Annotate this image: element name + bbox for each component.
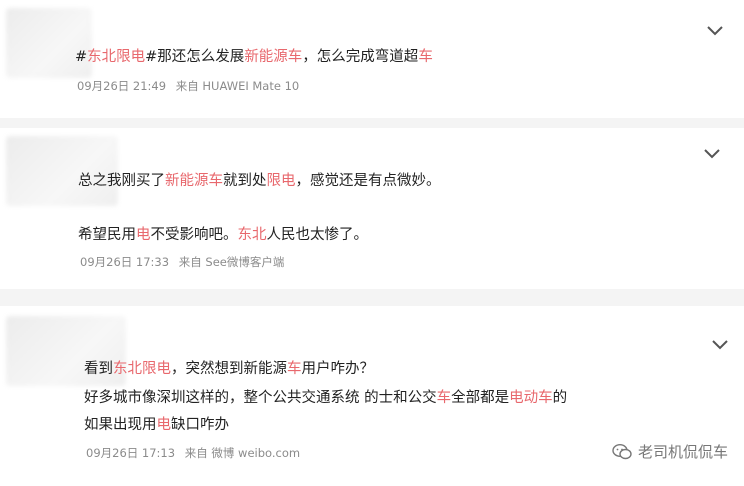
highlight-keyword[interactable]: 电 <box>157 417 172 433</box>
post-text-line: 好多城市像深圳这样的，整个公共交通系统 的士和公交车全部都是电动车的 <box>84 388 567 408</box>
text-segment: 希望民用 <box>78 227 136 243</box>
text-segment: 全部都是 <box>451 390 510 406</box>
chevron-down-icon[interactable] <box>705 24 725 38</box>
post-text-line: #东北限电#那还怎么发展新能源车，怎么完成弯道超车 <box>75 47 433 67</box>
text-segment: 缺口咋办 <box>171 417 229 433</box>
post-text-line: 总之我刚买了新能源车就到处限电，感觉还是有点微妙。 <box>78 171 441 191</box>
text-segment: ，怎么完成弯道超 <box>302 49 419 65</box>
post-text-line: 看到东北限电，突然想到新能源车用户咋办？ <box>84 359 374 379</box>
post-time[interactable]: 09月26日 17:13 <box>86 446 175 460</box>
post-source: 来自 See微博客户端 <box>178 255 285 269</box>
post-time[interactable]: 09月26日 21:49 <box>77 79 166 93</box>
wechat-icon <box>612 443 632 459</box>
highlight-keyword[interactable]: 车 <box>437 390 452 406</box>
text-segment: 就到处 <box>223 173 267 189</box>
chevron-down-icon[interactable] <box>710 338 730 352</box>
text-segment: 好多城市像深圳这样的，整个公共交通系统 的士和公交 <box>84 390 437 406</box>
highlight-keyword[interactable]: 车 <box>418 49 433 65</box>
post-meta: 09月26日 17:33 来自 See微博客户端 <box>80 254 284 270</box>
highlight-keyword[interactable]: 车 <box>287 361 302 377</box>
post-text-line: 如果出现用电缺口咋办 <box>84 415 229 435</box>
post-source: 来自 HUAWEI Mate 10 <box>175 79 300 93</box>
highlight-keyword[interactable]: 电动车 <box>509 390 553 406</box>
post-text-line: 希望民用电不受影响吧。东北人民也太惨了。 <box>78 225 368 245</box>
highlight-keyword[interactable]: 东北限电 <box>87 49 145 65</box>
highlight-keyword[interactable]: 新能源车 <box>244 49 302 65</box>
highlight-keyword[interactable]: 电 <box>136 227 151 243</box>
text-segment: ，感觉还是有点微妙。 <box>295 173 441 189</box>
text-segment: 用户咋办？ <box>301 361 375 377</box>
text-segment: 看到 <box>84 361 113 377</box>
post-card: #东北限电#那还怎么发展新能源车，怎么完成弯道超车 09月26日 21:49 来… <box>0 0 744 118</box>
text-segment: 总之我刚买了 <box>78 173 165 189</box>
highlight-keyword[interactable]: 限电 <box>267 173 296 189</box>
text-segment: #那还怎么发展 <box>145 49 245 65</box>
post-meta: 09月26日 21:49 来自 HUAWEI Mate 10 <box>77 78 299 94</box>
watermark-text: 老司机侃侃车 <box>637 443 728 461</box>
post-card: 总之我刚买了新能源车就到处限电，感觉还是有点微妙。 希望民用电不受影响吧。东北人… <box>0 128 744 289</box>
post-time[interactable]: 09月26日 17:33 <box>80 255 169 269</box>
text-segment: 如果出现用 <box>84 417 157 433</box>
post-meta: 09月26日 17:13 来自 微博 weibo.com <box>86 445 300 461</box>
highlight-keyword[interactable]: 新能源车 <box>165 173 223 189</box>
text-segment: # <box>75 49 88 65</box>
text-segment: 人民也太惨了。 <box>266 227 369 243</box>
text-segment: 不受影响吧。 <box>150 227 238 243</box>
highlight-keyword[interactable]: 东北 <box>238 227 267 243</box>
watermark: 老司机侃侃车 <box>612 441 728 462</box>
text-segment: ，突然想到新能源 <box>171 361 287 377</box>
avatar[interactable] <box>6 8 92 78</box>
text-segment: 的 <box>552 390 568 406</box>
post-source: 来自 微博 weibo.com <box>184 446 301 460</box>
highlight-keyword[interactable]: 东北限电 <box>113 361 171 377</box>
chevron-down-icon[interactable] <box>702 147 722 161</box>
